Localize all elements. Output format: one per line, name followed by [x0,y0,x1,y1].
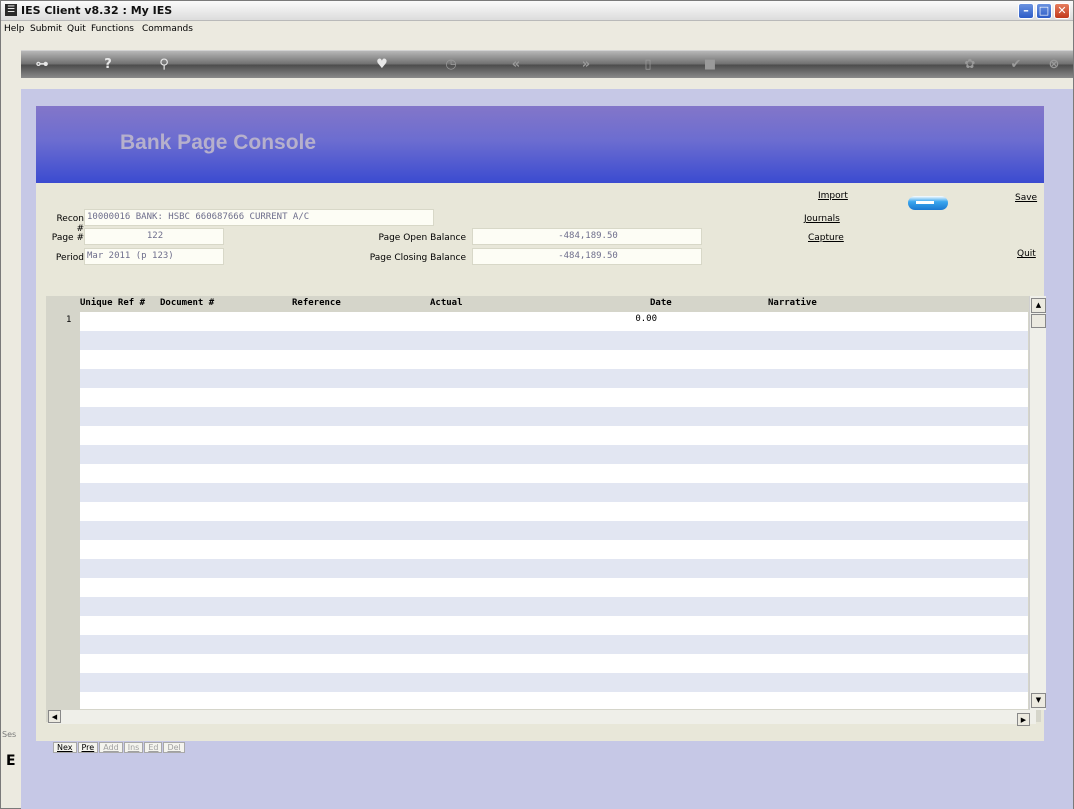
menu-help[interactable]: Help [4,24,25,34]
grid-body[interactable]: 0.00 [80,312,1028,709]
recon-field[interactable]: 10000016 BANK: HSBC 660687666 CURRENT A/… [84,209,434,226]
table-row[interactable] [80,692,1028,709]
col-date[interactable]: Date [650,298,672,308]
horizontal-scrollbar[interactable]: ◀ ▶ [48,710,1036,726]
quit-link[interactable]: Quit [1017,249,1036,259]
table-row[interactable] [80,540,1028,559]
table-row[interactable] [80,673,1028,692]
table-row[interactable] [80,635,1028,654]
menu-functions[interactable]: Functions [91,24,134,34]
col-unique-ref[interactable]: Unique Ref # [80,298,145,308]
table-row[interactable] [80,331,1028,350]
table-row[interactable] [80,654,1028,673]
heart-icon[interactable]: ♥ [371,55,393,75]
table-row[interactable] [80,369,1028,388]
col-narrative[interactable]: Narrative [768,298,817,308]
add-button[interactable]: Add [99,742,123,753]
scroll-thumb[interactable] [1031,314,1046,328]
toolbar: ⊶ ? ⚲ ♥ ◷ « » ▯ ■ ✿ ✔ ⊗ [1,39,1073,89]
toolbar-strip: ⊶ ? ⚲ ♥ ◷ « » ▯ ■ ✿ ✔ ⊗ [21,50,1073,78]
table-row[interactable] [80,559,1028,578]
open-balance-label: Page Open Balance [378,233,466,243]
save-link[interactable]: Save [1015,193,1037,203]
closing-balance-label: Page Closing Balance [369,253,466,263]
help-icon[interactable]: ? [97,55,119,75]
maximize-button[interactable]: □ [1036,3,1052,19]
close-window-button[interactable]: ✕ [1054,3,1070,19]
table-row[interactable] [80,616,1028,635]
vertical-scrollbar[interactable]: ▲ ▼ [1029,296,1046,710]
table-row[interactable] [80,426,1028,445]
table-row[interactable] [80,350,1028,369]
back-icon[interactable]: « [505,55,527,75]
table-row[interactable] [80,407,1028,426]
closing-balance-field: -484,189.50 [472,248,702,265]
scroll-up-button[interactable]: ▲ [1031,298,1046,313]
application-window: ☰ IES Client v8.32 : My IES – □ ✕ Help S… [0,0,1074,809]
list-icon[interactable]: ▯ [637,55,659,75]
page-title: Bank Page Console [120,131,317,154]
side-label: Ses [2,730,17,739]
scroll-down-button[interactable]: ▼ [1031,693,1046,708]
key-icon[interactable]: ⊶ [31,55,53,75]
grid-header: Unique Ref # Document # Reference Actual… [46,296,1031,312]
insert-button[interactable]: Ins [123,742,144,753]
row-number: 1 [66,315,72,325]
menu-commands[interactable]: Commands [142,24,193,34]
recon-label: Recon # [56,214,84,234]
transaction-grid: Unique Ref # Document # Reference Actual… [46,296,1046,726]
table-row[interactable] [80,388,1028,407]
flower-icon[interactable]: ✿ [959,55,981,75]
scroll-left-button[interactable]: ◀ [48,710,61,723]
page-label: Page # [51,233,84,243]
table-row[interactable] [80,597,1028,616]
table-row[interactable] [80,445,1028,464]
edit-button[interactable]: Ed [144,742,163,753]
previous-button[interactable]: Pre [77,742,99,753]
forward-icon[interactable]: » [575,55,597,75]
scroll-right-button[interactable]: ▶ [1017,713,1030,726]
open-balance-field: -484,189.50 [472,228,702,245]
stop-icon[interactable]: ■ [699,55,721,75]
capture-link[interactable]: Capture [808,233,844,243]
table-row[interactable] [80,578,1028,597]
minimize-button[interactable]: – [1018,3,1034,19]
table-row[interactable]: 0.00 [80,312,1028,331]
col-actual[interactable]: Actual [430,298,463,308]
page-field[interactable]: 122 [84,228,224,245]
delete-button[interactable]: Del [163,742,185,753]
next-button[interactable]: Nex [53,742,77,753]
table-row[interactable] [80,521,1028,540]
table-row[interactable] [80,483,1028,502]
journals-link[interactable]: Journals [804,214,840,224]
window-title: IES Client v8.32 : My IES [21,4,173,17]
import-link[interactable]: Import [818,191,848,201]
period-label: Period [55,253,84,263]
table-row[interactable] [80,464,1028,483]
console-banner: Bank Page Console [36,106,1044,183]
side-letter: E [6,753,16,769]
actual-cell[interactable]: 0.00 [595,314,657,324]
app-icon[interactable]: ☰ [5,4,17,16]
col-reference[interactable]: Reference [292,298,341,308]
title-bar: ☰ IES Client v8.32 : My IES – □ ✕ [1,1,1073,21]
clock-icon[interactable]: ◷ [440,55,462,75]
menu-quit[interactable]: Quit [67,24,86,34]
menu-submit[interactable]: Submit [30,24,62,34]
search-icon[interactable]: ⚲ [153,55,175,75]
col-document[interactable]: Document # [160,298,214,308]
close-icon[interactable]: ⊗ [1043,55,1065,75]
check-icon[interactable]: ✔ [1005,55,1027,75]
record-nav: Nex Pre Add Ins Ed Del [53,742,186,754]
menu-bar: Help Submit Quit Functions Commands [1,21,1073,39]
table-row[interactable] [80,502,1028,521]
console-panel: Recon # 10000016 BANK: HSBC 660687666 CU… [36,183,1046,741]
period-field[interactable]: Mar 2011 (p 123) [84,248,224,265]
disk-icon[interactable] [908,196,948,210]
